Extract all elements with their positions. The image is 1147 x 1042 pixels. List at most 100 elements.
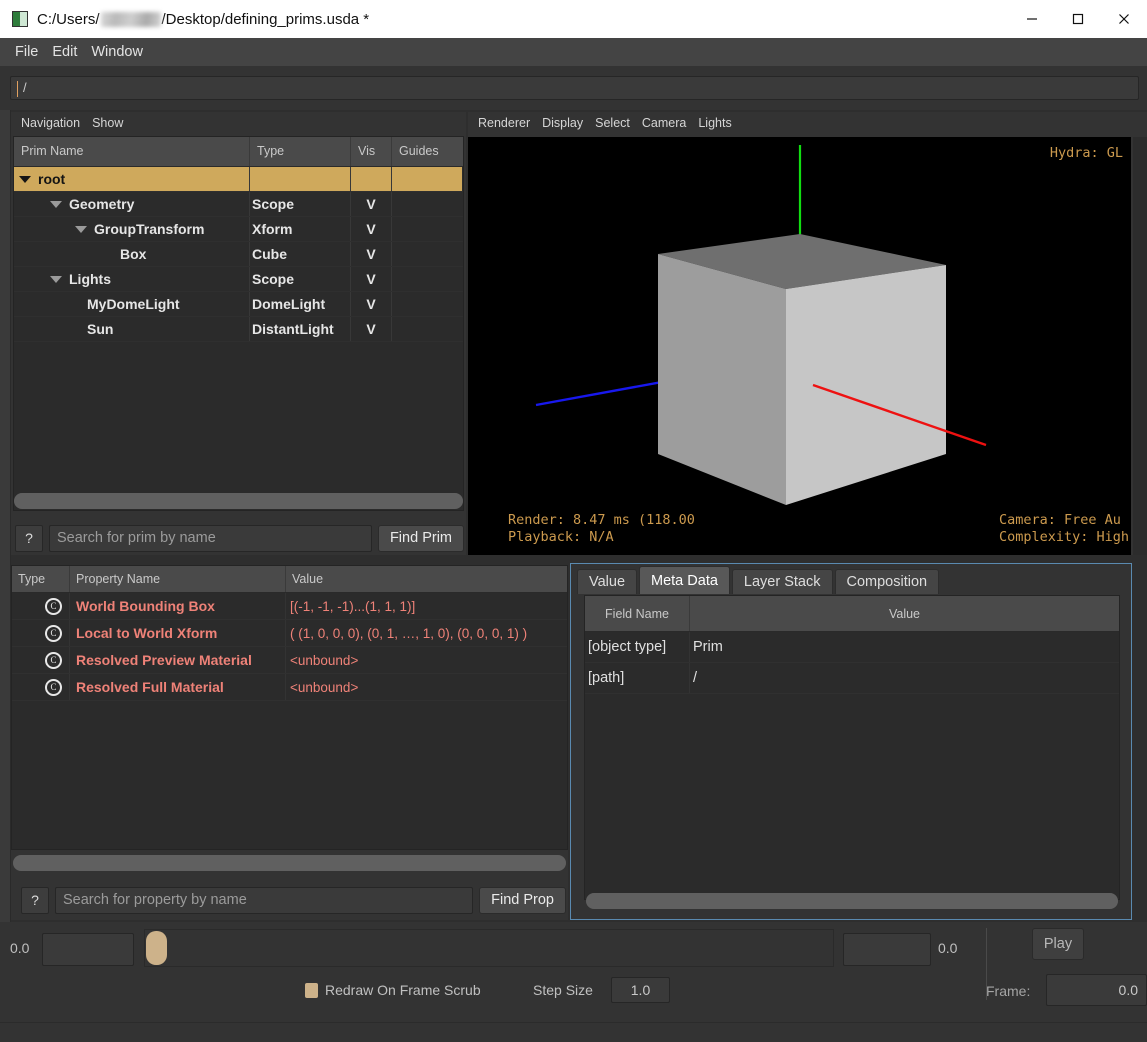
prim-vis[interactable]: V	[351, 271, 391, 287]
prim-type: Scope	[252, 196, 295, 212]
prim-search-input[interactable]: Search for prim by name	[49, 524, 372, 552]
menu-file[interactable]: File	[8, 41, 45, 63]
prim-tree-horizontal-scrollbar[interactable]	[14, 493, 463, 509]
column-header-vis[interactable]: Vis	[351, 137, 392, 166]
tab-value[interactable]: Value	[577, 569, 638, 594]
find-prim-button[interactable]: Find Prim	[377, 524, 464, 552]
maximize-icon[interactable]	[1055, 0, 1101, 38]
expander-arrow-icon[interactable]	[50, 200, 62, 208]
column-header-field-name[interactable]: Field Name	[585, 596, 690, 631]
menu-display[interactable]: Display	[536, 114, 589, 132]
column-header-type[interactable]: Type	[250, 137, 351, 166]
property-name: World Bounding Box	[76, 598, 215, 614]
expander-arrow-icon[interactable]	[19, 175, 31, 183]
menu-select[interactable]: Select	[589, 114, 636, 132]
prim-vis[interactable]: V	[351, 196, 391, 212]
close-icon[interactable]	[1101, 0, 1147, 38]
hud-renderer-label: Hydra: GL	[1049, 145, 1123, 161]
timeline-slider-track[interactable]	[144, 929, 834, 967]
find-prop-button[interactable]: Find Prop	[479, 886, 566, 914]
table-row[interactable]: Box Cube V	[14, 242, 463, 267]
menu-renderer[interactable]: Renderer	[472, 114, 536, 132]
prim-type: Xform	[252, 221, 293, 237]
prim-path-input[interactable]: /	[10, 76, 1139, 100]
minimize-icon[interactable]	[1009, 0, 1055, 38]
table-row[interactable]: C World Bounding Box [(-1, -1, -1)...(1,…	[12, 593, 567, 620]
menu-edit[interactable]: Edit	[45, 41, 84, 63]
property-table[interactable]: Type Property Name Value C World Boundin…	[11, 565, 568, 850]
property-panel: Type Property Name Value C World Boundin…	[11, 565, 568, 920]
prim-vis[interactable]: V	[351, 321, 391, 337]
menu-lights[interactable]: Lights	[692, 114, 737, 132]
step-size-input[interactable]: 1.0	[611, 977, 670, 1003]
table-row[interactable]: Lights Scope V	[14, 267, 463, 292]
play-button[interactable]: Play	[1032, 928, 1084, 960]
viewport-right-gutter	[1133, 137, 1147, 555]
column-header-guides[interactable]: Guides	[392, 137, 462, 166]
window-title: C:/Users/ /Desktop/defining_prims.usda *	[37, 11, 369, 28]
expander-arrow-icon[interactable]	[75, 225, 87, 233]
prim-vis[interactable]: V	[351, 246, 391, 262]
prim-search-help-icon[interactable]: ?	[15, 524, 43, 552]
table-row[interactable]: [object type] Prim	[585, 632, 1119, 663]
redraw-on-frame-scrub-checkbox[interactable]	[305, 983, 318, 998]
window-title-prefix: C:/Users/	[37, 10, 100, 28]
timeline-divider	[986, 928, 987, 1000]
expander-arrow-icon[interactable]	[50, 275, 62, 283]
prim-vis[interactable]: V	[351, 221, 391, 237]
frame-label: Frame:	[986, 983, 1031, 999]
table-row[interactable]: [path] /	[585, 663, 1119, 694]
meta-horizontal-scrollbar[interactable]	[586, 893, 1118, 909]
column-header-type[interactable]: Type	[12, 566, 70, 592]
timeline-start-input[interactable]	[42, 933, 134, 966]
attribute-inspector-panel: Value Meta Data Layer Stack Composition …	[570, 563, 1132, 920]
prim-name: GroupTransform	[94, 221, 205, 237]
viewport-menu-bar: Renderer Display Select Camera Lights	[468, 112, 1147, 134]
property-value: [(-1, -1, -1)...(1, 1, 1)]	[290, 598, 416, 614]
menu-show[interactable]: Show	[86, 114, 129, 132]
hud-render-time: Render: 8.47 ms (118.00	[508, 512, 695, 528]
column-header-prim-name[interactable]: Prim Name	[14, 137, 250, 166]
table-row[interactable]: root	[14, 167, 463, 192]
redraw-on-frame-scrub-label: Redraw On Frame Scrub	[325, 982, 481, 998]
menu-navigation[interactable]: Navigation	[15, 114, 86, 132]
property-search-help-icon[interactable]: ?	[21, 886, 49, 914]
property-name: Resolved Preview Material	[76, 652, 252, 668]
computed-attribute-icon: C	[12, 678, 69, 696]
menu-window[interactable]: Window	[84, 41, 150, 63]
tab-layer-stack[interactable]: Layer Stack	[731, 569, 833, 594]
timeline-slider-handle[interactable]	[146, 931, 167, 965]
meta-data-table[interactable]: Field Name Value [object type] Prim [pat…	[584, 595, 1120, 900]
column-header-value[interactable]: Value	[286, 566, 567, 592]
step-size-label: Step Size	[533, 982, 593, 998]
prim-path-value: /	[23, 80, 27, 95]
scrollbar-thumb[interactable]	[13, 855, 566, 871]
table-row[interactable]: C Local to World Xform ( (1, 0, 0, 0), (…	[12, 620, 567, 647]
status-bar	[0, 1022, 1147, 1042]
table-row[interactable]: GroupTransform Xform V	[14, 217, 463, 242]
table-row[interactable]: Sun DistantLight V	[14, 317, 463, 342]
prim-type: Scope	[252, 271, 295, 287]
table-row[interactable]: C Resolved Preview Material <unbound>	[12, 647, 567, 674]
tab-composition[interactable]: Composition	[834, 569, 940, 594]
table-row[interactable]: Geometry Scope V	[14, 192, 463, 217]
property-horizontal-scrollbar[interactable]	[13, 855, 566, 871]
scrollbar-thumb[interactable]	[586, 893, 1118, 909]
render-viewport[interactable]: Hydra: GL Render: 8.47 ms (118.00 Playbac…	[468, 137, 1131, 555]
frame-input[interactable]: 0.0	[1046, 974, 1147, 1006]
timeline-end-input[interactable]	[843, 933, 931, 966]
viewport-panel: Renderer Display Select Camera Lights Hy…	[468, 112, 1147, 555]
column-header-property-name[interactable]: Property Name	[70, 566, 286, 592]
prim-name: Geometry	[69, 196, 135, 212]
prim-name: Box	[120, 246, 147, 262]
column-header-value[interactable]: Value	[690, 596, 1119, 631]
tab-meta-data[interactable]: Meta Data	[639, 566, 730, 594]
property-search-input[interactable]: Search for property by name	[55, 886, 474, 914]
menu-camera[interactable]: Camera	[636, 114, 692, 132]
scrollbar-thumb[interactable]	[14, 493, 463, 509]
table-row[interactable]: MyDomeLight DomeLight V	[14, 292, 463, 317]
table-row[interactable]: C Resolved Full Material <unbound>	[12, 674, 567, 701]
prim-vis[interactable]: V	[351, 296, 391, 312]
left-splitter-handle[interactable]	[0, 110, 11, 930]
prim-tree-view[interactable]: Prim Name Type Vis Guides root Geometry …	[13, 136, 464, 511]
